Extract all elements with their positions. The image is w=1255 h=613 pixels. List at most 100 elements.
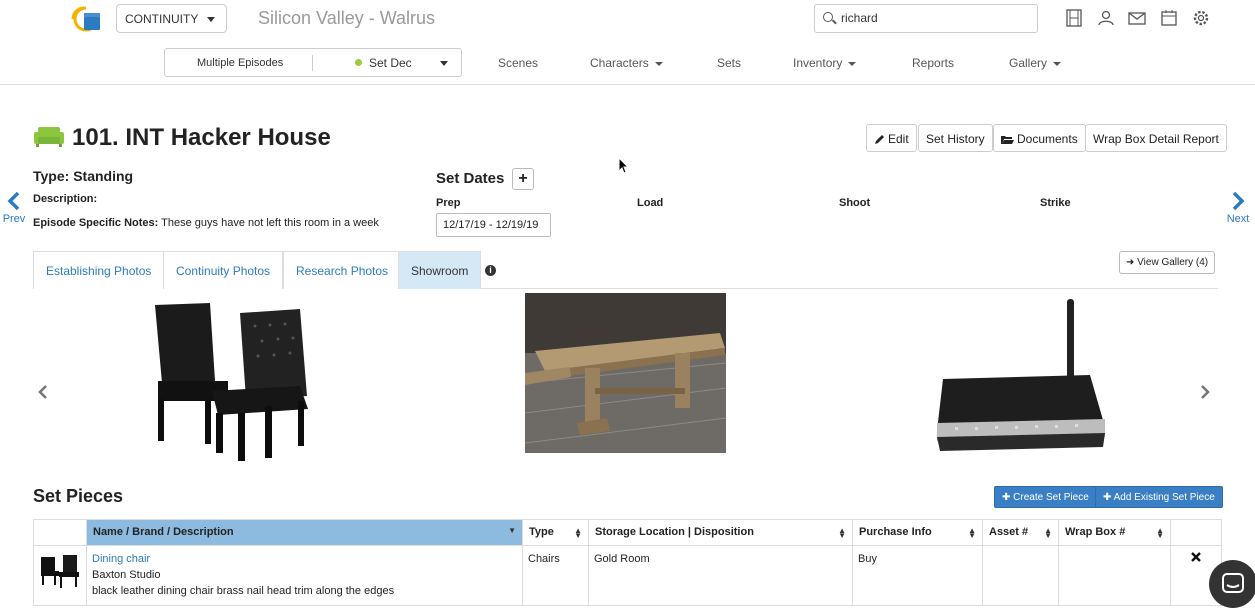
- row-storage: Gold Room: [588, 545, 853, 606]
- folder-open-icon: [1001, 136, 1014, 144]
- sort-icon: ▲ ▼: [574, 526, 582, 540]
- documents-button[interactable]: Documents: [993, 124, 1086, 152]
- create-set-piece-button[interactable]: ✚ Create Set Piece: [994, 486, 1097, 508]
- add-set-date-button[interactable]: +: [512, 168, 534, 190]
- status-dot-icon: [355, 59, 362, 66]
- continuity-logo-icon[interactable]: [70, 5, 102, 33]
- column-header-wrap-box[interactable]: Wrap Box # ▲ ▼: [1058, 519, 1171, 546]
- episode-selector[interactable]: Multiple Episodes: [197, 57, 283, 69]
- photo-tabs: Establishing Photos Continuity Photos Re…: [33, 251, 1218, 289]
- chat-icon: [1222, 573, 1244, 593]
- sort-desc-icon: ▼: [508, 526, 516, 535]
- row-purchase: Buy: [852, 545, 983, 606]
- row-wrap-box: [1058, 545, 1171, 606]
- nav-item-reports[interactable]: Reports: [912, 56, 954, 70]
- app-selector[interactable]: CONTINUITY: [116, 4, 227, 33]
- sort-icon: ▲ ▼: [1156, 526, 1164, 540]
- tab-research-photos[interactable]: Research Photos: [283, 251, 402, 289]
- notes-value: These guys have not left this room in a …: [161, 217, 379, 229]
- chevron-down-icon: [440, 61, 448, 66]
- nav-item-scenes[interactable]: Scenes: [498, 56, 538, 70]
- pencil-icon: [875, 135, 884, 144]
- episode-notes: Episode Specific Notes: These guys have …: [33, 217, 379, 229]
- nav-item-gallery[interactable]: Gallery: [1009, 56, 1062, 70]
- episode-department-selector[interactable]: Multiple Episodes Set Dec: [164, 48, 462, 77]
- set-piece-name-link[interactable]: Dining chair: [92, 551, 517, 567]
- edit-button[interactable]: Edit: [866, 124, 917, 152]
- set-type: Type: Standing: [33, 168, 134, 184]
- sofa-icon: [34, 127, 64, 147]
- router-photo[interactable]: [935, 297, 1107, 453]
- calendar-icon[interactable]: [1160, 9, 1178, 27]
- chevron-right-icon: [1232, 191, 1245, 211]
- film-icon[interactable]: [1065, 9, 1083, 27]
- row-name-cell: Dining chair Baxton Studio black leather…: [86, 545, 523, 606]
- tab-showroom[interactable]: Showroom: [398, 251, 482, 289]
- set-pieces-table: Name / Brand / Description ▼ Type ▲ ▼ Stora…: [33, 519, 1222, 606]
- prep-date-range[interactable]: 12/17/19 - 12/19/19: [436, 213, 551, 237]
- mail-icon[interactable]: [1128, 9, 1146, 27]
- dining-chairs-photo[interactable]: [150, 301, 312, 464]
- user-settings-icon[interactable]: [1097, 9, 1115, 27]
- date-col-strike: Strike: [1040, 197, 1071, 209]
- dining-chair-thumbnail[interactable]: [39, 551, 81, 589]
- row-type: Chairs: [522, 545, 589, 606]
- prev-button[interactable]: Prev: [2, 191, 26, 225]
- nav-item-characters[interactable]: Characters: [590, 56, 663, 70]
- chevron-down-icon: [207, 17, 215, 22]
- add-existing-set-piece-button[interactable]: ✚ Add Existing Set Piece: [1095, 486, 1223, 508]
- chevron-down-icon: [654, 61, 663, 66]
- column-header-type[interactable]: Type ▲ ▼: [522, 519, 589, 546]
- page-title: 101. INT Hacker House: [72, 124, 331, 151]
- set-piece-description: black leather dining chair brass nail he…: [92, 585, 395, 597]
- plus-icon: ✚: [1103, 492, 1114, 503]
- top-bar: CONTINUITY Silicon Valley - Walrus: [0, 0, 1255, 40]
- table-row[interactable]: Dining chair Baxton Studio black leather…: [33, 545, 1222, 606]
- wooden-table-photo[interactable]: [525, 293, 726, 453]
- chat-support-button[interactable]: [1209, 560, 1255, 608]
- search-box[interactable]: [814, 4, 1038, 33]
- search-input[interactable]: [841, 11, 1031, 25]
- chevron-down-icon: [848, 61, 857, 66]
- date-col-prep: Prep: [436, 197, 461, 209]
- share-arrow-icon: ➜: [1126, 257, 1138, 268]
- row-thumbnail[interactable]: [33, 545, 87, 606]
- tab-continuity-photos[interactable]: Continuity Photos: [163, 251, 284, 289]
- column-header-asset[interactable]: Asset # ▲ ▼: [982, 519, 1059, 546]
- column-header-purchase[interactable]: Purchase Info ▲ ▼: [852, 519, 983, 546]
- view-gallery-button[interactable]: ➜ View Gallery (4): [1119, 251, 1216, 274]
- column-header-storage[interactable]: Storage Location | Disposition ▲ ▼: [588, 519, 853, 546]
- description-label: Description:: [33, 193, 98, 205]
- nav-bar: Multiple Episodes Set Dec Scenes Charact…: [0, 40, 1255, 85]
- gallery-next-icon[interactable]: [1200, 384, 1210, 400]
- info-icon[interactable]: i: [485, 265, 496, 276]
- column-header-thumbnail: [33, 519, 87, 546]
- sort-icon: ▲ ▼: [1044, 526, 1052, 540]
- gallery-prev-icon[interactable]: [38, 384, 48, 400]
- column-header-actions: [1170, 519, 1222, 546]
- plus-icon: ✚: [1002, 492, 1014, 503]
- department-selector[interactable]: Set Dec: [369, 56, 412, 70]
- tab-establishing-photos[interactable]: Establishing Photos: [33, 251, 165, 289]
- chevron-down-icon: [1053, 61, 1062, 66]
- divider: [312, 55, 313, 71]
- nav-item-sets[interactable]: Sets: [717, 56, 741, 70]
- date-col-shoot: Shoot: [839, 197, 871, 209]
- app-name: CONTINUITY: [125, 12, 199, 26]
- column-header-name[interactable]: Name / Brand / Description ▼: [86, 519, 523, 546]
- chevron-left-icon: [7, 191, 20, 211]
- set-pieces-title: Set Pieces: [33, 486, 124, 506]
- delete-x-icon[interactable]: [1191, 552, 1201, 562]
- set-history-button[interactable]: Set History: [918, 124, 993, 152]
- set-piece-brand: Baxton Studio: [92, 569, 161, 581]
- search-icon: [823, 12, 833, 22]
- set-dates-label: Set Dates: [436, 170, 505, 187]
- wrap-box-report-button[interactable]: Wrap Box Detail Report: [1085, 124, 1227, 152]
- project-title: Silicon Valley - Walrus: [258, 8, 436, 28]
- nav-item-inventory[interactable]: Inventory: [793, 56, 857, 70]
- next-button[interactable]: Next: [1225, 191, 1251, 225]
- cursor-icon: [618, 157, 630, 174]
- notes-label: Episode Specific Notes:: [33, 217, 159, 229]
- gear-icon[interactable]: [1192, 9, 1210, 27]
- sort-icon: ▲ ▼: [968, 526, 976, 540]
